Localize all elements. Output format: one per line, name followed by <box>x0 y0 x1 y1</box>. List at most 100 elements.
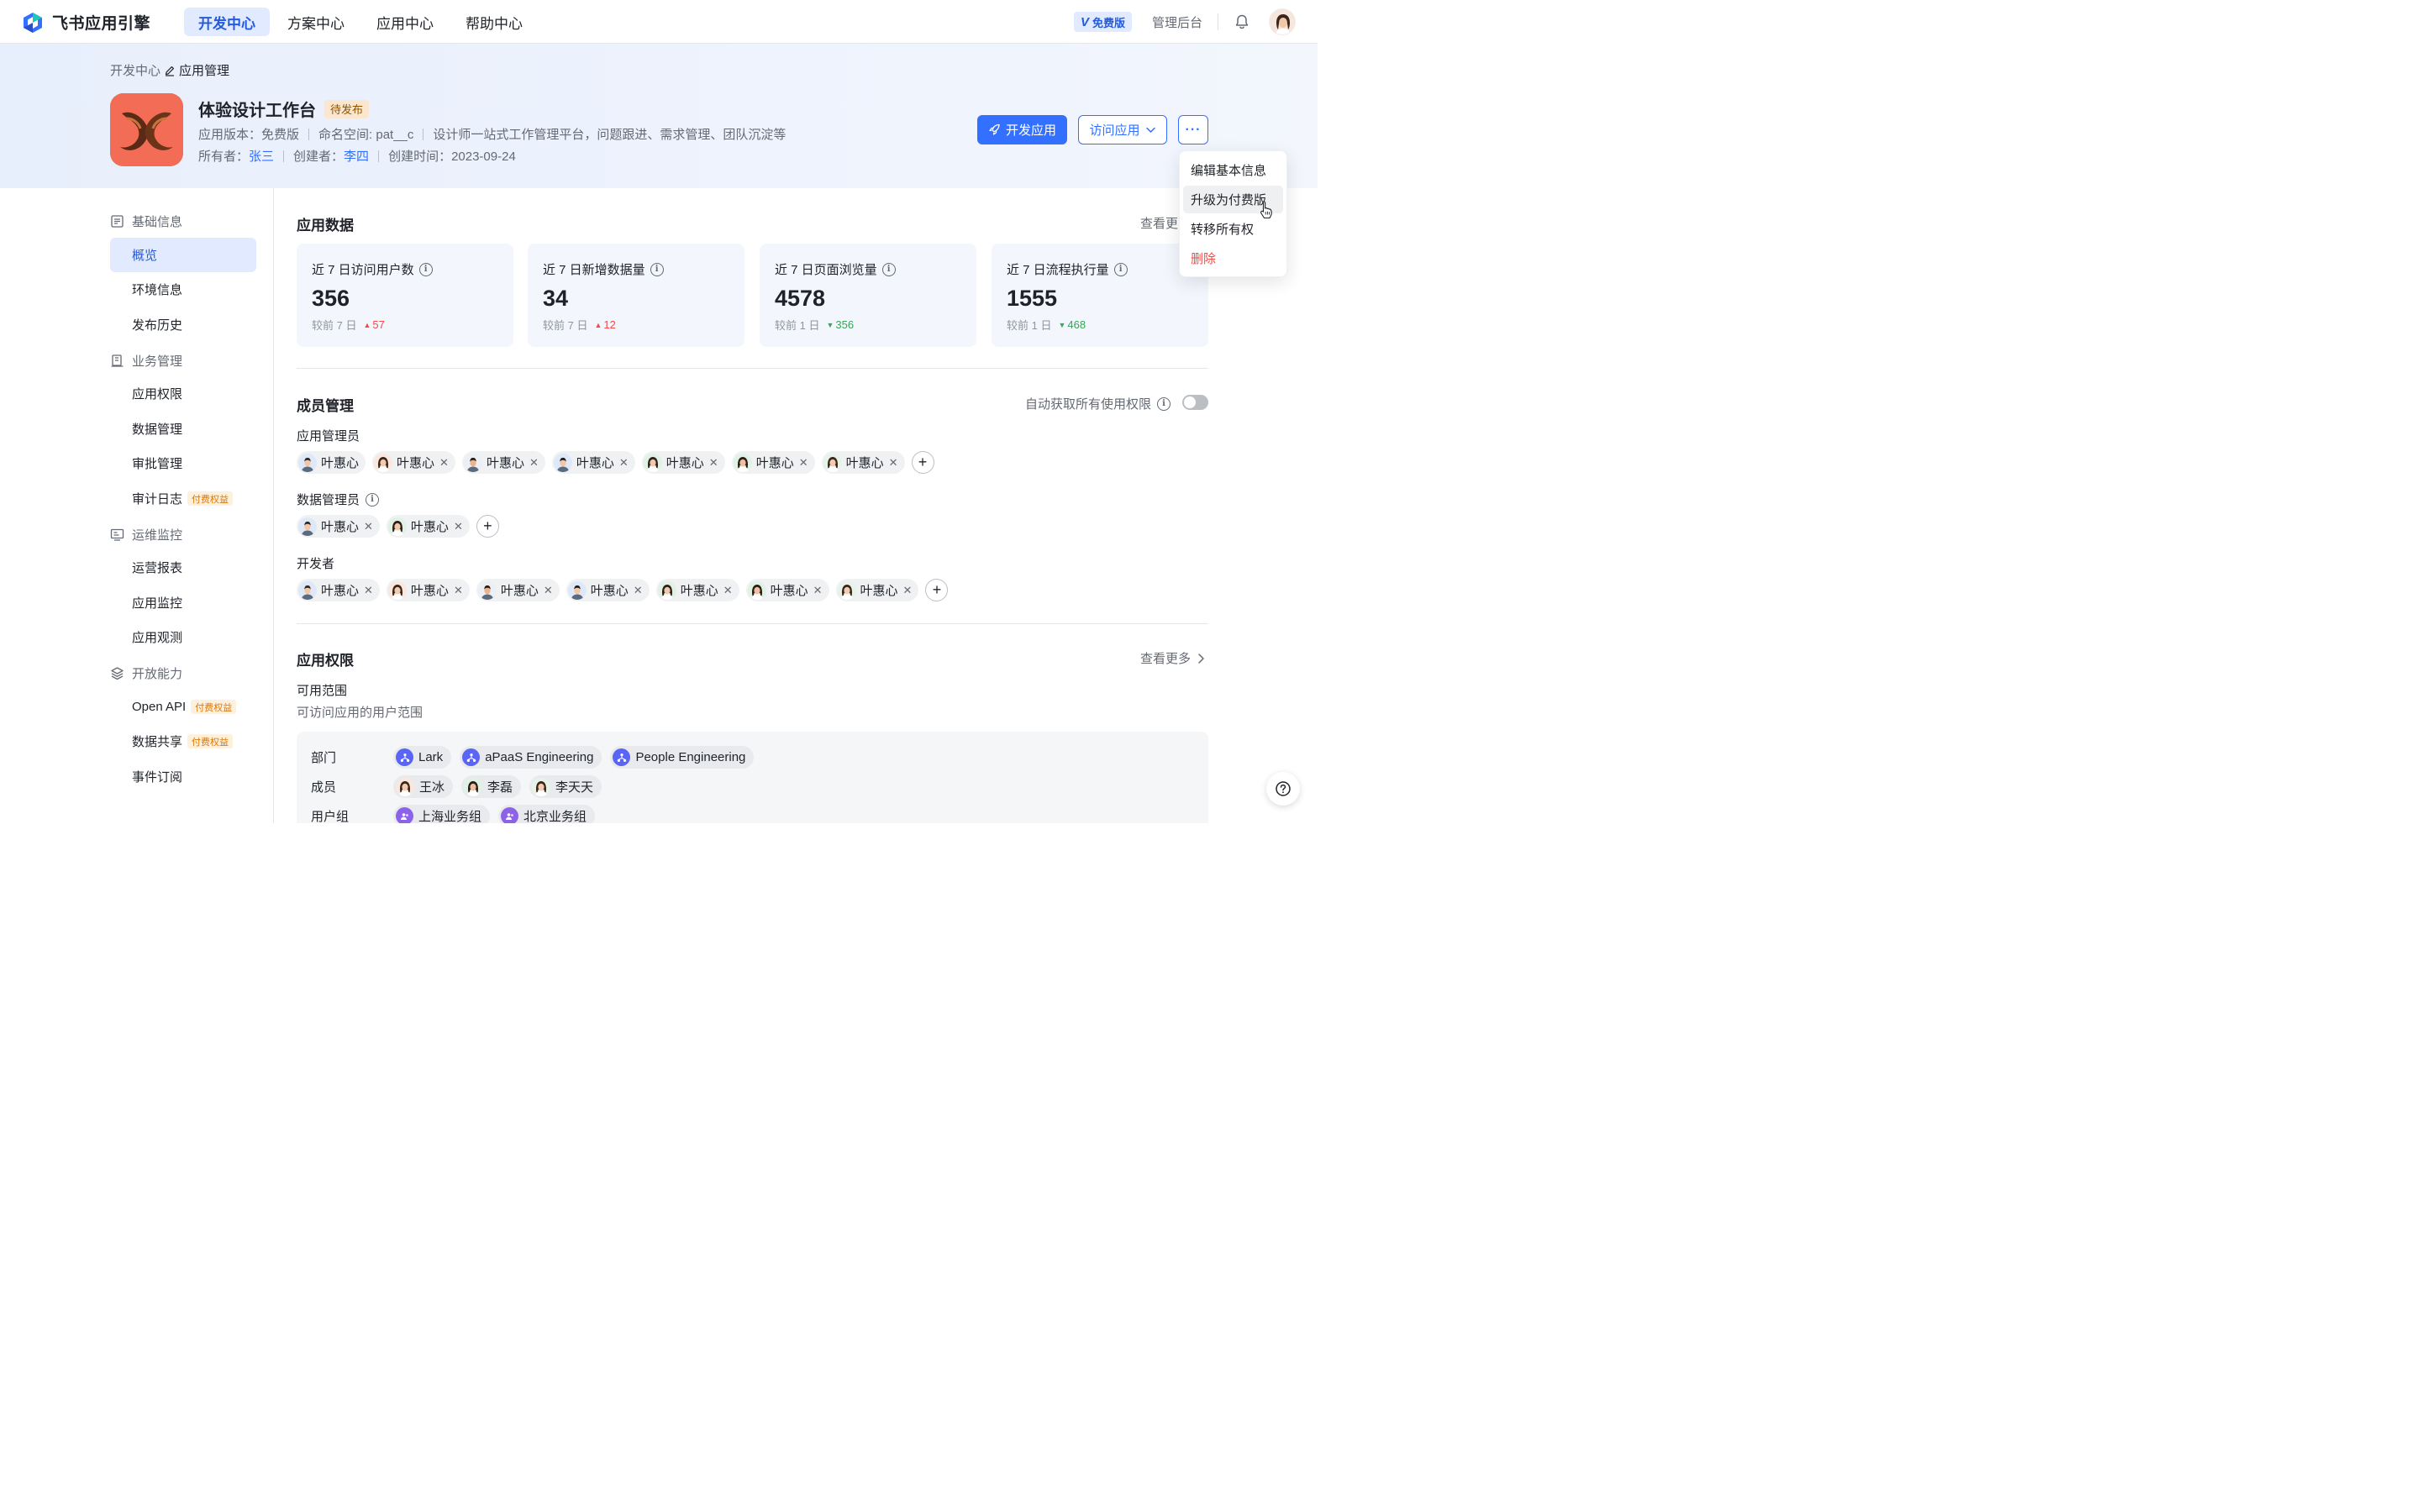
sidebar-item-release-history[interactable]: 发布历史 <box>110 307 256 342</box>
stat-compare: 较前 1 日 ▼ 356 <box>775 317 854 333</box>
close-icon[interactable]: ✕ <box>799 456 808 470</box>
scope-member-chip[interactable]: 王冰 <box>393 775 454 798</box>
member-chip[interactable]: 叶惠心 ✕ <box>745 579 829 601</box>
paid-tag: 付费权益 <box>187 491 234 506</box>
menu-item-edit-info[interactable]: 编辑基本信息 <box>1183 156 1283 184</box>
sidebar-item-app-monitor[interactable]: 应用监控 <box>110 585 256 620</box>
stat-card[interactable]: 近 7 日页面浏览量 i 4578 较前 1 日 ▼ 356 <box>760 244 976 347</box>
user-group-chip[interactable]: 北京业务组 <box>498 805 596 823</box>
menu-item-delete[interactable]: 删除 <box>1183 244 1283 272</box>
close-icon[interactable]: ✕ <box>439 456 449 470</box>
sidebar-item-open-api[interactable]: Open API 付费权益 <box>110 690 256 724</box>
dept-chip[interactable]: People Engineering <box>610 746 755 769</box>
admin-console-link[interactable]: 管理后台 <box>1152 13 1202 31</box>
close-icon[interactable]: ✕ <box>619 456 629 470</box>
brand-logo[interactable]: 飞书应用引擎 <box>22 11 150 34</box>
creator-link[interactable]: 李四 <box>344 147 369 165</box>
scope-member-name: 李磊 <box>487 780 513 795</box>
help-button[interactable] <box>1266 772 1300 806</box>
breadcrumb-root[interactable]: 开发中心 <box>110 61 160 79</box>
info-icon: i <box>366 492 380 507</box>
member-chip[interactable]: 叶惠心 ✕ <box>386 515 470 538</box>
close-icon[interactable]: ✕ <box>364 584 373 597</box>
stat-card[interactable]: 近 7 日访问用户数 i 356 较前 7 日 ▲ 57 <box>297 244 513 347</box>
dept-chip[interactable]: Lark <box>393 746 452 769</box>
sidebar-item-app-observability[interactable]: 应用观测 <box>110 620 256 654</box>
sidebar-item-event-subscription[interactable]: 事件订阅 <box>110 759 256 794</box>
close-icon[interactable]: ✕ <box>903 584 913 597</box>
visit-app-button[interactable]: 访问应用 <box>1078 115 1167 144</box>
member-chip[interactable]: 叶惠心 ✕ <box>641 451 725 474</box>
member-chip[interactable]: 叶惠心 ✕ <box>821 451 905 474</box>
hand-cursor-icon <box>1260 201 1272 219</box>
close-icon[interactable]: ✕ <box>709 456 718 470</box>
app-permissions-title: 应用权限 <box>297 653 354 669</box>
close-icon[interactable]: ✕ <box>634 584 643 597</box>
add-member-button[interactable]: + <box>476 515 499 538</box>
member-chip[interactable]: 叶惠心 ✕ <box>476 579 560 601</box>
sidebar-group-basic: 基础信息 <box>110 213 182 230</box>
member-name: 叶惠心 <box>410 584 449 598</box>
dept-chip[interactable]: aPaaS Engineering <box>460 746 602 769</box>
member-name: 叶惠心 <box>410 520 449 534</box>
sidebar-item-audit-log[interactable]: 审计日志 付费权益 <box>110 481 256 516</box>
close-icon[interactable]: ✕ <box>723 584 733 597</box>
sidebar-item-label: 审计日志 <box>132 492 183 507</box>
sidebar-item-overview[interactable]: 概览 <box>110 238 256 272</box>
permissions-see-more-link[interactable]: 查看更多 <box>1140 649 1206 667</box>
stat-compare-label: 较前 1 日 <box>775 319 820 332</box>
sidebar-item-app-permissions[interactable]: 应用权限 <box>110 376 256 411</box>
app-meta-row: 应用版本：免费版 命名空间: pat__c 设计师一站式工作管理平台，问题跟进、… <box>198 125 786 143</box>
add-member-button[interactable]: + <box>911 451 934 474</box>
stat-compare: 较前 7 日 ▲ 57 <box>312 317 385 333</box>
nav-tab-help-center[interactable]: 帮助中心 <box>451 8 537 36</box>
owner-link[interactable]: 张三 <box>249 147 274 165</box>
nav-tab-dev-center[interactable]: 开发中心 <box>184 8 270 36</box>
add-member-button[interactable]: + <box>925 579 949 601</box>
sidebar-group-open: 开放能力 <box>110 664 182 682</box>
develop-app-button[interactable]: 开发应用 <box>977 115 1067 144</box>
scope-member-chip[interactable]: 李磊 <box>461 775 522 798</box>
member-name: 叶惠心 <box>755 456 794 470</box>
close-icon[interactable]: ✕ <box>544 584 553 597</box>
stat-card[interactable]: 近 7 日流程执行量 i 1555 较前 1 日 ▼ 468 <box>992 244 1208 347</box>
sidebar-item-environment[interactable]: 环境信息 <box>110 272 256 307</box>
close-icon[interactable]: ✕ <box>364 520 373 533</box>
member-chip[interactable]: 叶惠心 ✕ <box>372 451 455 474</box>
more-actions-button[interactable]: ··· <box>1178 115 1208 144</box>
stat-card[interactable]: 近 7 日新增数据量 i 34 较前 7 日 ▲ 12 <box>528 244 744 347</box>
scope-member-chip[interactable]: 李天天 <box>529 775 602 798</box>
member-chip[interactable]: 叶惠心 ✕ <box>551 451 635 474</box>
member-chip[interactable]: 叶惠心 <box>297 451 366 474</box>
member-chip[interactable]: 叶惠心 ✕ <box>655 579 739 601</box>
bell-icon[interactable] <box>1234 13 1250 30</box>
member-avatar <box>477 580 497 600</box>
user-avatar[interactable] <box>1269 8 1296 35</box>
member-chip[interactable]: 叶惠心 ✕ <box>731 451 815 474</box>
triangle-down-icon: ▼ <box>826 320 834 329</box>
close-icon[interactable]: ✕ <box>529 456 539 470</box>
member-chip[interactable]: 叶惠心 ✕ <box>566 579 650 601</box>
close-icon[interactable]: ✕ <box>813 584 823 597</box>
app-admins-text: 应用管理员 <box>297 429 360 444</box>
user-group-chip[interactable]: 上海业务组 <box>393 805 491 823</box>
close-icon[interactable]: ✕ <box>454 520 463 533</box>
member-chip[interactable]: 叶惠心 ✕ <box>297 579 380 601</box>
sidebar-item-data-management[interactable]: 数据管理 <box>110 412 256 446</box>
auto-permission-toggle[interactable] <box>1182 395 1208 410</box>
sidebar-item-ops-report[interactable]: 运营报表 <box>110 550 256 585</box>
sidebar-item-approval-management[interactable]: 审批管理 <box>110 446 256 480</box>
brand-name: 飞书应用引擎 <box>52 15 151 33</box>
member-chip[interactable]: 叶惠心 ✕ <box>835 579 919 601</box>
close-icon[interactable]: ✕ <box>454 584 463 597</box>
member-chip[interactable]: 叶惠心 ✕ <box>461 451 545 474</box>
close-icon[interactable]: ✕ <box>889 456 898 470</box>
plan-badge[interactable]: V 免费版 <box>1073 12 1132 32</box>
member-chips: 王冰 李磊 李天天 <box>393 775 602 798</box>
member-chip[interactable]: 叶惠心 ✕ <box>297 515 380 538</box>
sidebar-item-data-sharing[interactable]: 数据共享 付费权益 <box>110 724 256 759</box>
nav-tab-app-center[interactable]: 应用中心 <box>362 8 448 36</box>
member-chip[interactable]: 叶惠心 ✕ <box>386 579 470 601</box>
nav-tab-solutions[interactable]: 方案中心 <box>273 8 359 36</box>
scope-member-name: 王冰 <box>419 780 445 795</box>
